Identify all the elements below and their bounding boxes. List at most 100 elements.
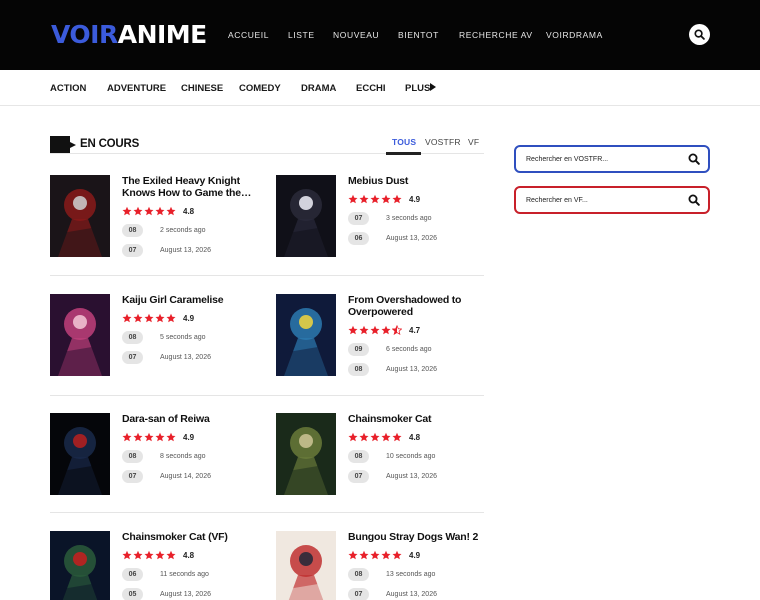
episode-badge[interactable]: 06	[348, 232, 369, 245]
star-icon	[133, 313, 143, 323]
star-icon	[359, 194, 369, 204]
category-drama[interactable]: DRAMA	[301, 83, 336, 94]
tab-tous[interactable]: TOUS	[392, 137, 416, 147]
search-icon[interactable]	[688, 194, 700, 206]
star-icon	[370, 550, 380, 560]
episode-badge[interactable]: 06	[122, 568, 143, 581]
star-icon	[348, 325, 358, 335]
star-icon	[392, 550, 402, 560]
episode-time: August 14, 2026	[160, 473, 211, 480]
nav-recherche-av[interactable]: RECHERCHE AV	[459, 29, 533, 41]
episode-badge[interactable]: 07	[122, 244, 143, 257]
search-icon[interactable]	[688, 153, 700, 165]
episode-time: 5 seconds ago	[160, 334, 206, 341]
top-header: VOIRANIME ACCUEIL LISTE NOUVEAU BIENTOT …	[0, 0, 760, 70]
anime-title[interactable]: Bungou Stray Dogs Wan! 2	[348, 531, 484, 543]
episode-time: August 13, 2026	[386, 473, 437, 480]
anime-card[interactable]: Chainsmoker Cat 4.8 08 10 seconds ago 07…	[276, 413, 486, 495]
rating-value: 4.8	[409, 432, 421, 442]
star-icon	[370, 194, 380, 204]
anime-card[interactable]: The Exiled Heavy Knight Knows How to Gam…	[50, 175, 260, 257]
anime-poster[interactable]	[276, 294, 336, 376]
anime-title[interactable]: From Overshadowed to Overpowered	[348, 294, 484, 318]
episode-time: 10 seconds ago	[386, 453, 436, 460]
nav-liste[interactable]: LISTE	[288, 29, 315, 41]
star-icon	[133, 206, 143, 216]
rating-stars: 4.8	[122, 205, 194, 217]
anime-poster[interactable]	[276, 413, 336, 495]
active-tab-indicator	[386, 152, 421, 155]
search-vostfr-field[interactable]: Rechercher en VOSTFR...	[514, 145, 710, 173]
anime-poster[interactable]	[50, 413, 110, 495]
rating-value: 4.9	[183, 432, 195, 442]
anime-title[interactable]: The Exiled Heavy Knight Knows How to Gam…	[122, 175, 258, 199]
rating-value: 4.9	[409, 550, 421, 560]
tab-vf[interactable]: VF	[468, 137, 479, 147]
anime-poster[interactable]	[50, 531, 110, 600]
category-more[interactable]: PLUS	[405, 83, 430, 94]
episode-badge[interactable]: 09	[348, 343, 369, 356]
anime-poster[interactable]	[50, 294, 110, 376]
episode-badge[interactable]: 07	[122, 351, 143, 364]
rating-value: 4.8	[183, 550, 195, 560]
anime-card[interactable]: Kaiju Girl Caramelise 4.9 08 5 seconds a…	[50, 294, 260, 376]
anime-card[interactable]: Dara-san of Reiwa 4.9 08 8 seconds ago 0…	[50, 413, 260, 495]
nav-voirdrama[interactable]: VOIRDRAMA	[546, 29, 603, 41]
main-nav: ACCUEIL LISTE NOUVEAU BIENTOT RECHERCHE …	[0, 29, 760, 41]
episode-badge[interactable]: 07	[348, 470, 369, 483]
anime-card[interactable]: From Overshadowed to Overpowered 4.7 09 …	[276, 294, 486, 376]
rating-stars: 4.9	[348, 549, 420, 561]
anime-card[interactable]: Chainsmoker Cat (VF) 4.8 06 11 seconds a…	[50, 531, 260, 600]
anime-poster[interactable]	[276, 531, 336, 600]
anime-title[interactable]: Kaiju Girl Caramelise	[122, 294, 258, 306]
anime-title[interactable]: Mebius Dust	[348, 175, 484, 187]
anime-poster[interactable]	[50, 175, 110, 257]
episode-badge[interactable]: 08	[122, 331, 143, 344]
category-ecchi[interactable]: ECCHI	[356, 83, 386, 94]
search-vf-field[interactable]: Rechercher en VF...	[514, 186, 710, 214]
category-chinese[interactable]: CHINESE	[181, 83, 223, 94]
section-flag-icon	[50, 136, 76, 154]
nav-bientot[interactable]: BIENTOT	[398, 29, 439, 41]
episode-time: August 13, 2026	[386, 235, 437, 242]
episode-badge[interactable]: 08	[348, 450, 369, 463]
rating-stars: 4.9	[348, 193, 420, 205]
episode-badge[interactable]: 07	[122, 470, 143, 483]
star-icon	[166, 206, 176, 216]
episode-time: 11 seconds ago	[160, 571, 209, 578]
header-search-button[interactable]	[689, 24, 710, 45]
anime-card[interactable]: Bungou Stray Dogs Wan! 2 4.9 08 13 secon…	[276, 531, 486, 600]
rating-value: 4.9	[409, 194, 421, 204]
category-adventure[interactable]: ADVENTURE	[107, 83, 166, 94]
rating-value: 4.7	[409, 325, 421, 335]
anime-title[interactable]: Dara-san of Reiwa	[122, 413, 258, 425]
star-icon	[381, 194, 391, 204]
category-comedy[interactable]: COMEDY	[239, 83, 281, 94]
anime-title[interactable]: Chainsmoker Cat (VF)	[122, 531, 258, 543]
star-icon	[359, 432, 369, 442]
episode-badge[interactable]: 08	[122, 450, 143, 463]
star-icon	[381, 325, 391, 335]
star-icon	[381, 550, 391, 560]
episode-badge[interactable]: 08	[122, 224, 143, 237]
episode-time: 8 seconds ago	[160, 453, 206, 460]
episode-badge[interactable]: 07	[348, 588, 369, 600]
episode-badge[interactable]: 05	[122, 588, 143, 600]
nav-nouveau[interactable]: NOUVEAU	[333, 29, 379, 41]
rating-value: 4.9	[183, 313, 195, 323]
star-icon	[155, 206, 165, 216]
category-action[interactable]: ACTION	[50, 83, 86, 94]
nav-accueil[interactable]: ACCUEIL	[228, 29, 269, 41]
episode-time: August 13, 2026	[386, 366, 437, 373]
episode-time: August 13, 2026	[160, 247, 211, 254]
anime-card[interactable]: Mebius Dust 4.9 07 3 seconds ago 06 Augu…	[276, 175, 486, 257]
row-divider	[50, 512, 484, 513]
tab-vostfr[interactable]: VOSTFR	[425, 137, 461, 147]
anime-poster[interactable]	[276, 175, 336, 257]
episode-badge[interactable]: 08	[348, 363, 369, 376]
anime-title[interactable]: Chainsmoker Cat	[348, 413, 484, 425]
episode-badge[interactable]: 08	[348, 568, 369, 581]
episode-time: 3 seconds ago	[386, 215, 432, 222]
episode-badge[interactable]: 07	[348, 212, 369, 225]
star-icon	[122, 206, 132, 216]
